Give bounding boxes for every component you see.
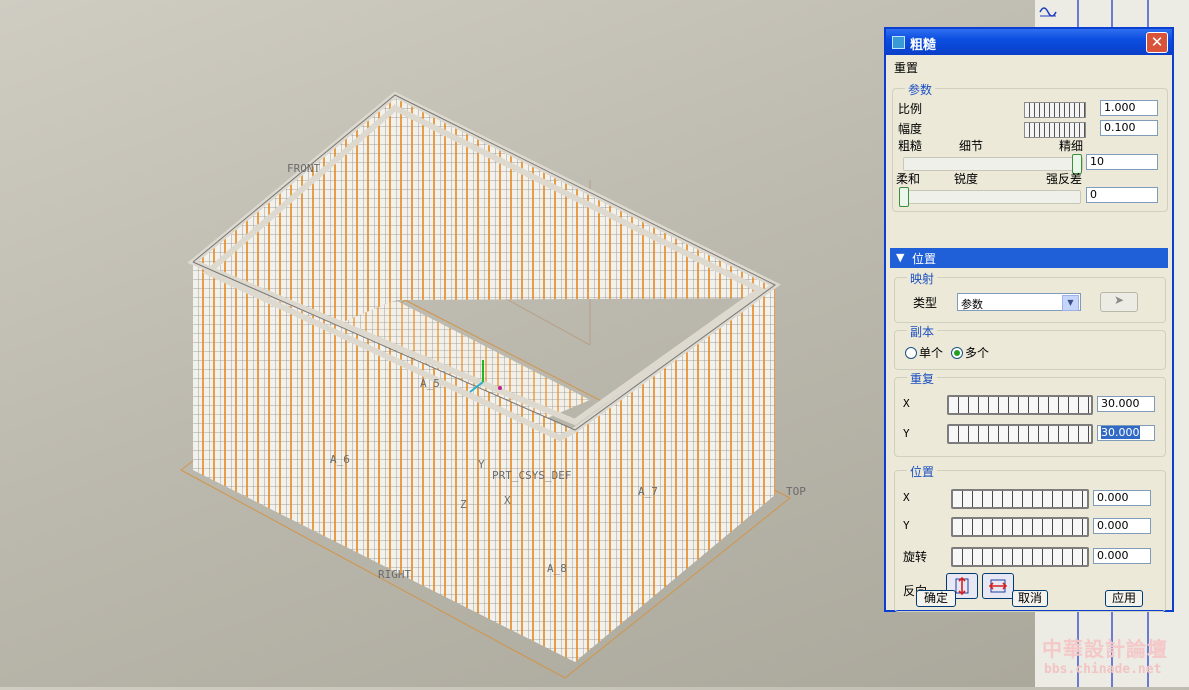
axis-label-a6: A_6 [330, 453, 350, 466]
multiple-radio[interactable] [951, 347, 963, 359]
detail-label: 细节 [959, 139, 984, 153]
repeat-y-thumbwheel[interactable] [947, 424, 1093, 444]
rough-label: 粗糙 [898, 139, 923, 153]
repeat-y-label: Y [903, 427, 910, 440]
csys-label: PRT_CSYS_DEF [492, 469, 571, 482]
ok-button[interactable]: 确定 [916, 590, 956, 607]
flip-horizontal-icon [988, 579, 1008, 593]
csys-x-label: X [504, 494, 511, 507]
close-button[interactable]: ✕ [1146, 32, 1168, 53]
scale-thumbwheel[interactable] [1024, 102, 1086, 118]
rotate-thumbwheel[interactable] [951, 547, 1089, 567]
axis-label-a7: A_7 [638, 485, 658, 498]
axis-label-a8: A_8 [547, 562, 567, 575]
copies-legend: 副本 [907, 323, 938, 340]
repeat-legend: 重复 [907, 370, 938, 387]
repeat-group: 重复 X 30.000 Y 30.000 [894, 370, 1166, 457]
offset-y-thumbwheel[interactable] [951, 517, 1089, 537]
contrast-label: 强反差 [1046, 172, 1083, 186]
type-label: 类型 [913, 296, 938, 310]
dialog-body: 参数 比例 1.000 幅度 0.100 粗糙 细节 精细 10 柔和 锐度 强… [890, 79, 1168, 612]
chevron-down-icon: ▼ [1062, 295, 1079, 311]
mapping-group: 映射 类型 参数 ▼ ➤ [894, 270, 1166, 323]
offset-y-label: Y [903, 519, 910, 532]
dialog-app-icon [892, 36, 905, 49]
multiple-label: 多个 [965, 346, 990, 360]
rotate-field[interactable]: 0.000 [1093, 548, 1151, 564]
watermark-url: bbs.chinade.net [1044, 662, 1162, 677]
apply-button[interactable]: 应用 [1105, 590, 1143, 607]
repeat-y-field[interactable]: 30.000 [1097, 425, 1155, 441]
flip-horizontal-button[interactable] [982, 573, 1014, 599]
cursor-arrow-icon: ➤ [1113, 293, 1125, 307]
parameters-legend: 参数 [905, 81, 936, 98]
repeat-x-thumbwheel[interactable] [947, 395, 1093, 415]
copies-group: 副本 单个 多个 [894, 323, 1166, 370]
csys-z-label: Z [460, 498, 467, 511]
offset-x-field[interactable]: 0.000 [1093, 490, 1151, 506]
scale-label: 比例 [898, 102, 923, 116]
collapse-triangle-icon: ▼ [896, 251, 905, 264]
sharpness-field[interactable]: 0 [1086, 187, 1158, 203]
detail-slider[interactable] [903, 157, 1083, 171]
fine-label: 精细 [1059, 139, 1084, 153]
dialog-title-bar[interactable]: 粗糙 ✕ [886, 29, 1172, 55]
repeat-x-label: X [903, 397, 910, 410]
placement-legend: 位置 [907, 463, 938, 480]
single-radio[interactable] [905, 347, 917, 359]
axis-label-a5: A_5 [420, 377, 440, 390]
detail-field[interactable]: 10 [1086, 154, 1158, 170]
soft-label: 柔和 [896, 172, 921, 186]
position-section-title: 位置 [912, 252, 937, 266]
sharpness-slider[interactable] [901, 190, 1081, 204]
dialog-title: 粗糙 [910, 38, 937, 53]
box-right-wall [575, 285, 775, 662]
sketch-toolbar-icon[interactable] [1039, 2, 1057, 18]
roughness-dialog: 粗糙 ✕ 重置 参数 比例 1.000 幅度 0.100 粗糙 细节 精细 10… [884, 27, 1174, 612]
datum-label-front: FRONT [287, 162, 320, 175]
cancel-button[interactable]: 取消 [1012, 590, 1048, 607]
datum-label-right: RIGHT [378, 568, 411, 581]
offset-y-field[interactable]: 0.000 [1093, 518, 1151, 534]
repeat-x-field[interactable]: 30.000 [1097, 396, 1155, 412]
select-reference-button[interactable]: ➤ [1100, 292, 1138, 312]
datum-label-top: TOP [786, 485, 806, 498]
amplitude-label: 幅度 [898, 122, 923, 136]
offset-x-label: X [903, 491, 910, 504]
amplitude-thumbwheel[interactable] [1024, 122, 1086, 138]
sharpness-slider-thumb[interactable] [899, 187, 909, 207]
amplitude-field[interactable]: 0.100 [1100, 120, 1158, 136]
sharpness-label: 锐度 [954, 172, 979, 186]
parameters-group: 参数 比例 1.000 幅度 0.100 粗糙 细节 精细 10 柔和 锐度 强… [892, 81, 1168, 212]
close-icon: ✕ [1150, 33, 1164, 51]
single-label: 单个 [919, 346, 944, 360]
csys-y-label: Y [478, 458, 485, 471]
forum-watermark: 中華設計論壇 bbs.chinade.net [1036, 630, 1186, 685]
rotate-label: 旋转 [903, 550, 928, 564]
scale-field[interactable]: 1.000 [1100, 100, 1158, 116]
position-section-header[interactable]: ▼ 位置 [890, 248, 1168, 268]
type-dropdown[interactable]: 参数 ▼ [957, 293, 1081, 311]
mapping-legend: 映射 [907, 270, 938, 287]
watermark-logo: 中華設計論壇 [1042, 637, 1168, 661]
offset-x-thumbwheel[interactable] [951, 489, 1089, 509]
reset-menu[interactable]: 重置 [894, 59, 918, 76]
